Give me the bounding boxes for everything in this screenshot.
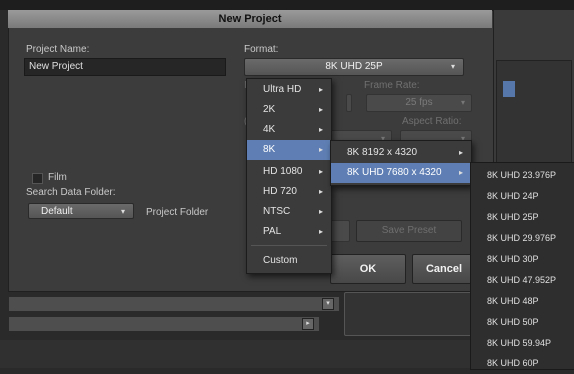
menu-item-8k-8192[interactable]: 8K 8192 x 4320 ▸ [331, 143, 471, 163]
frame-rate-value: 25 fps [405, 97, 433, 108]
menu-item-2k[interactable]: 2K ▸ [247, 100, 331, 120]
app-background-top [0, 0, 574, 10]
chevron-right-icon: ▸ [318, 207, 323, 216]
format-menu: Ultra HD ▸ 2K ▸ 4K ▸ 8K ▸ HD 1080 ▸ HD 7… [246, 78, 332, 274]
menu-item-label: 8K 8192 x 4320 [347, 147, 418, 158]
scroll-right-icon[interactable]: ▸ [302, 318, 314, 330]
menu-item-8k-uhd-7680[interactable]: 8K UHD 7680 x 4320 ▸ [331, 163, 471, 183]
menu-item-uhd-5994p[interactable]: 8K UHD 59.94P [471, 333, 551, 354]
chevron-right-icon: ▸ [318, 187, 323, 196]
chevron-down-icon: ▾ [450, 62, 455, 71]
format-label: Format: [244, 44, 279, 55]
chevron-down-icon: ▾ [120, 207, 125, 216]
chevron-right-icon: ▸ [318, 105, 323, 114]
project-folder-label: Project Folder [146, 207, 209, 218]
chevron-down-icon: ▾ [460, 98, 465, 107]
menu-item-label: 4K [263, 124, 276, 135]
menu-item-uhd-25p[interactable]: 8K UHD 25P [471, 207, 539, 228]
lower-panel [344, 292, 476, 336]
menu-separator [251, 245, 327, 246]
menu-item-label: 8K UHD 7680 x 4320 [347, 167, 442, 178]
menu-item-label: HD 720 [263, 186, 297, 197]
aspect-ratio-label: Aspect Ratio: [402, 116, 462, 127]
save-preset-button[interactable]: Save Preset [356, 220, 462, 242]
menu-item-label: Custom [263, 255, 298, 266]
menu-item-hd-720[interactable]: HD 720 ▸ [247, 182, 331, 202]
menu-item-uhd-60p[interactable]: 8K UHD 60P [471, 353, 539, 374]
chevron-right-icon: ▸ [318, 145, 323, 154]
menu-item-uhd-29976p[interactable]: 8K UHD 29.976P [471, 228, 556, 249]
menu-item-label: 8K [263, 144, 276, 155]
menu-item-4k[interactable]: 4K ▸ [247, 120, 331, 140]
scroll-down-icon[interactable]: ▾ [322, 298, 334, 310]
film-label: Film [48, 172, 67, 183]
search-data-folder-dropdown[interactable]: Default ▾ [28, 203, 134, 219]
menu-item-pal[interactable]: PAL ▸ [247, 222, 331, 242]
menu-item-uhd-50p[interactable]: 8K UHD 50P [471, 312, 539, 333]
lower-track-bar [8, 296, 340, 312]
hidden-field [346, 94, 352, 112]
frame-rate-label: Frame Rate: [364, 80, 420, 91]
menu-item-custom[interactable]: Custom [247, 251, 331, 271]
hidden-button [330, 220, 350, 242]
chevron-right-icon: ▸ [458, 148, 463, 157]
chevron-right-icon: ▸ [318, 167, 323, 176]
menu-item-label: PAL [263, 226, 282, 237]
frame-rate-dropdown[interactable]: 25 fps ▾ [366, 94, 472, 112]
chevron-right-icon: ▸ [318, 85, 323, 94]
cancel-button[interactable]: Cancel [412, 254, 476, 284]
background-blue-button [502, 80, 516, 98]
chevron-right-icon: ▸ [318, 125, 323, 134]
ok-button[interactable]: OK [330, 254, 406, 284]
film-checkbox[interactable] [32, 173, 43, 184]
lower-track-bar-2 [8, 316, 320, 332]
menu-item-label: NTSC [263, 206, 291, 217]
menu-item-ntsc[interactable]: NTSC ▸ [247, 202, 331, 222]
search-data-folder-label: Search Data Folder: [26, 187, 116, 198]
submenu-8k-uhd: 8K UHD 23.976P 8K UHD 24P 8K UHD 25P 8K … [470, 162, 574, 370]
menu-item-label: HD 1080 [263, 166, 303, 177]
menu-item-uhd-23976p[interactable]: 8K UHD 23.976P [471, 165, 556, 186]
chevron-right-icon: ▸ [458, 168, 463, 177]
project-name-label: Project Name: [26, 44, 90, 55]
menu-item-label: 2K [263, 104, 276, 115]
menu-item-8k[interactable]: 8K ▸ [247, 140, 331, 160]
menu-item-hd-1080[interactable]: HD 1080 ▸ [247, 162, 331, 182]
format-dropdown[interactable]: 8K UHD 25P ▾ [244, 58, 464, 76]
menu-item-label: Ultra HD [263, 84, 302, 95]
project-name-input[interactable]: New Project [24, 58, 226, 76]
menu-item-uhd-47952p[interactable]: 8K UHD 47.952P [471, 270, 556, 291]
format-dropdown-value: 8K UHD 25P [325, 61, 383, 72]
menu-item-uhd-30p[interactable]: 8K UHD 30P [471, 249, 539, 270]
menu-item-ultra-hd[interactable]: Ultra HD ▸ [247, 80, 331, 100]
menu-item-uhd-24p[interactable]: 8K UHD 24P [471, 186, 539, 207]
menu-item-uhd-48p[interactable]: 8K UHD 48P [471, 291, 539, 312]
chevron-right-icon: ▸ [318, 227, 323, 236]
dialog-title: New Project [8, 10, 492, 28]
submenu-8k: 8K 8192 x 4320 ▸ 8K UHD 7680 x 4320 ▸ [330, 140, 472, 186]
search-data-folder-value: Default [41, 206, 73, 217]
